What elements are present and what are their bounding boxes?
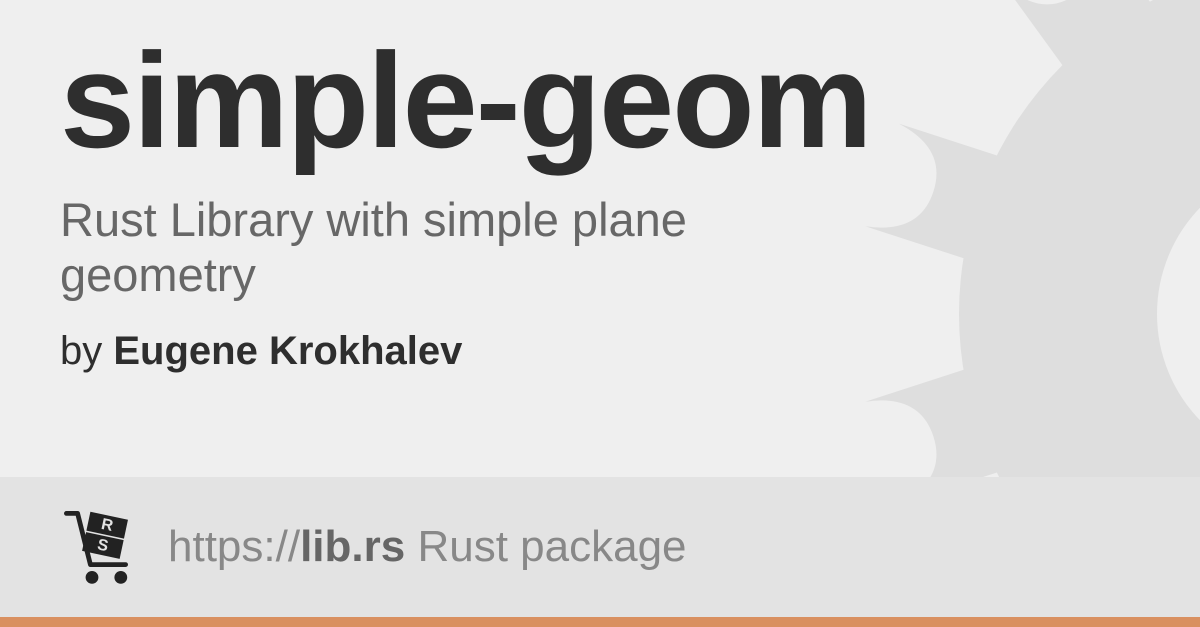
footer-text: https://lib.rs Rust package bbox=[168, 522, 687, 572]
footer: R S https://lib.rs Rust package bbox=[0, 477, 1200, 627]
footer-suffix: Rust package bbox=[405, 522, 686, 571]
accent-bar bbox=[0, 617, 1200, 627]
author-prefix: by bbox=[60, 329, 113, 373]
package-title: simple-geom bbox=[60, 30, 1140, 172]
package-description: Rust Library with simple plane geometry bbox=[60, 192, 860, 303]
url-prefix: https:// bbox=[168, 522, 300, 571]
url-domain: lib.rs bbox=[300, 522, 405, 571]
author-name: Eugene Krokhalev bbox=[113, 329, 462, 373]
librs-cart-icon: R S bbox=[60, 507, 140, 587]
author-line: by Eugene Krokhalev bbox=[60, 329, 1140, 374]
main-content: simple-geom Rust Library with simple pla… bbox=[0, 0, 1200, 374]
